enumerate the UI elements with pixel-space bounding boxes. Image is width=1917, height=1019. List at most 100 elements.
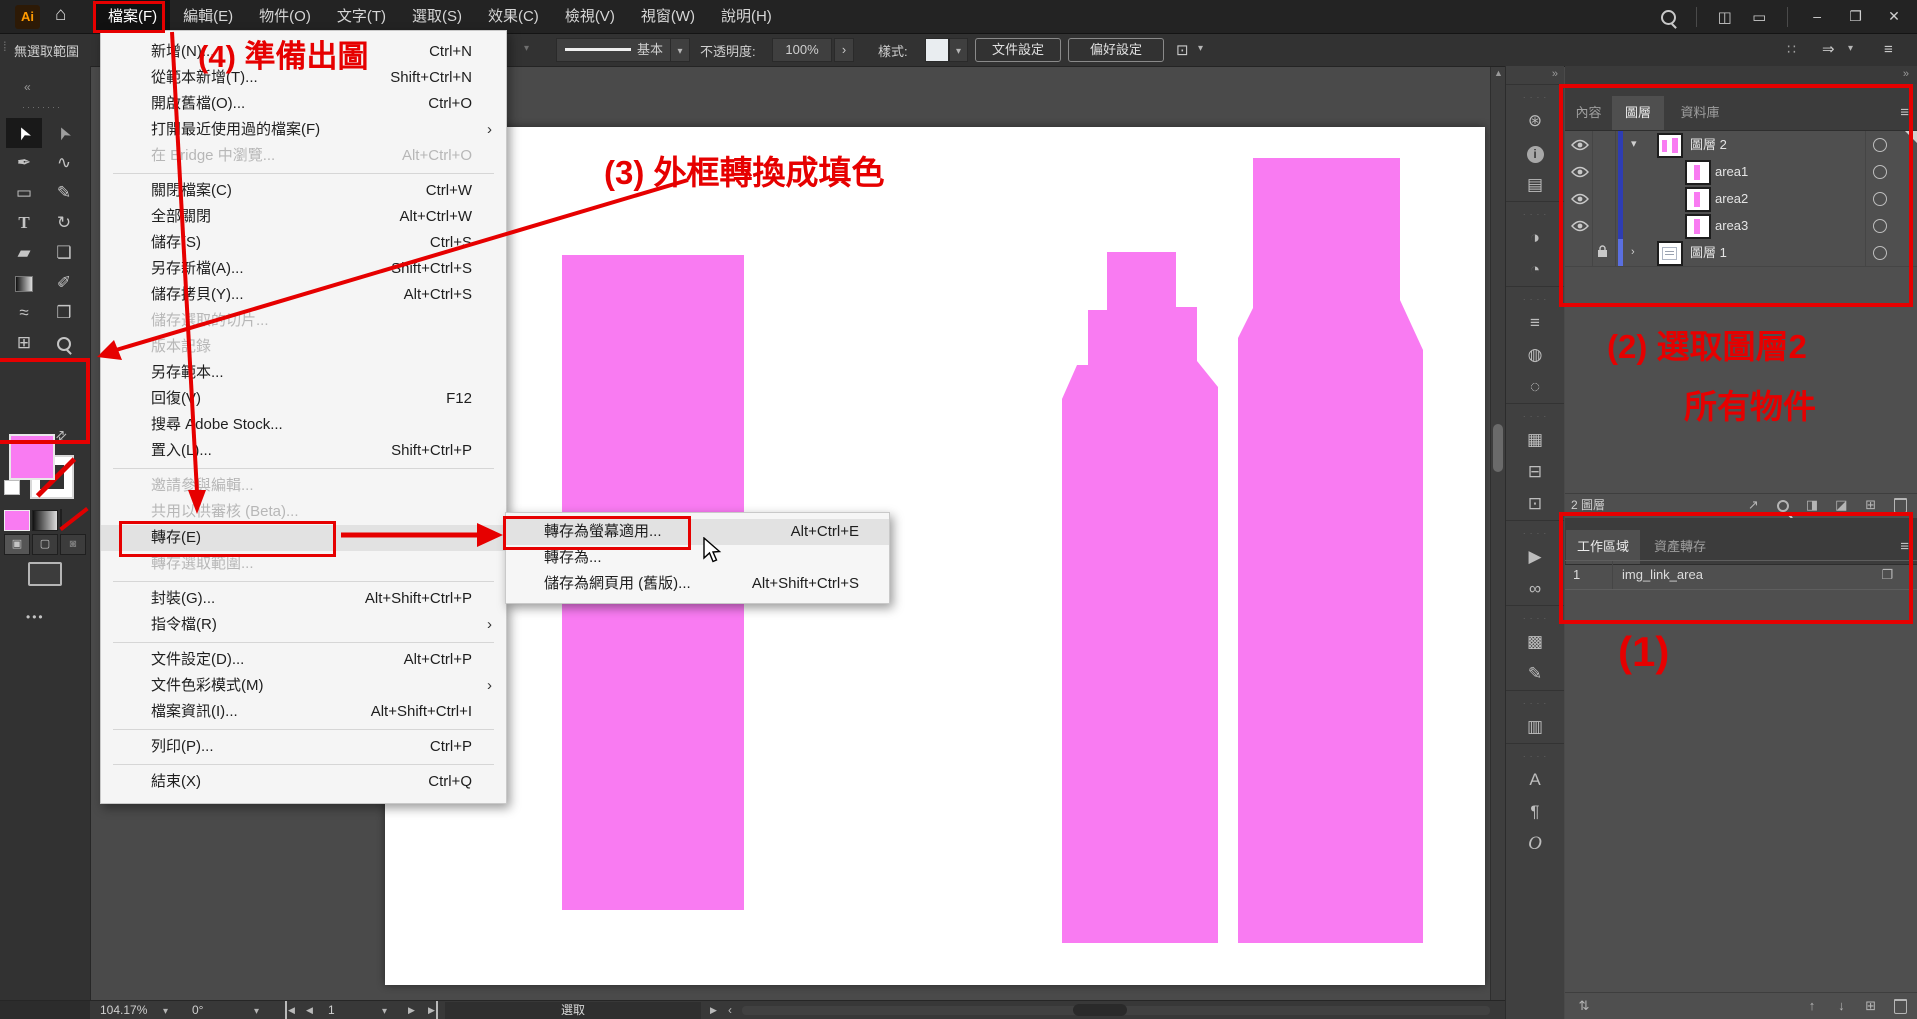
layer-thumbnail[interactable] (1657, 133, 1683, 158)
app-logo[interactable]: Ai (15, 5, 40, 29)
menubar-item[interactable]: 檢視(V) (552, 0, 628, 33)
gradient-tool[interactable] (6, 268, 42, 298)
visibility-eye-icon[interactable] (1571, 192, 1589, 210)
collapse-chevron-icon[interactable]: ▾ (1631, 131, 1645, 158)
tab-artboards[interactable]: 工作區域 (1566, 530, 1640, 564)
default-fill-stroke-icon[interactable] (4, 480, 20, 495)
menu-item[interactable]: 開啟舊檔(O)... Ctrl+O (101, 91, 506, 117)
target-circle[interactable] (1873, 192, 1887, 206)
eraser-tool[interactable]: ▰ (6, 238, 42, 268)
target-circle[interactable] (1873, 138, 1887, 152)
menu-item[interactable]: 另存新檔(A)... Shift+Ctrl+S (101, 256, 506, 282)
type-tool[interactable]: T (6, 208, 42, 238)
panel-grip-icon[interactable]: ········ (22, 102, 62, 112)
paintbrush-tool[interactable]: ✎ (46, 178, 82, 208)
layer-thumbnail[interactable] (1657, 241, 1683, 266)
home-icon[interactable]: ⌂ (55, 4, 66, 26)
visibility-eye-icon[interactable] (1571, 219, 1589, 237)
navigator-wheel-icon[interactable]: ⊛ (1506, 105, 1564, 137)
menu-item[interactable]: 邀請參與編輯... (101, 473, 506, 499)
menu-item[interactable]: 文件色彩模式(M) › (101, 673, 506, 699)
artboard-panel-icon[interactable]: ▦ (1506, 424, 1564, 456)
menu-item[interactable]: 關閉檔案(C) Ctrl+W (101, 178, 506, 204)
menu-item[interactable]: 全部關閉 Alt+Ctrl+W (101, 204, 506, 230)
opacity-input[interactable]: 100% (772, 38, 832, 62)
shape-area2-bottle[interactable] (1062, 252, 1218, 943)
submenu-item[interactable]: 轉存為... (506, 545, 889, 571)
info-icon[interactable]: i (1506, 137, 1564, 169)
actions-icon[interactable]: ▶ (1506, 541, 1564, 573)
strip-panel-icon[interactable] (1506, 84, 1564, 105)
color-swatch-button[interactable] (4, 510, 30, 531)
panel-menu-icon[interactable]: ≡ (1900, 538, 1909, 555)
artboard-nav-chevron-icon[interactable]: ▾ (382, 1002, 387, 1019)
shaper-tool[interactable]: ❒ (46, 298, 82, 328)
layer-thumbnail[interactable] (1685, 160, 1711, 185)
draw-normal-button[interactable]: ▣ (4, 534, 30, 555)
submenu-item[interactable]: 儲存為網頁用 (舊版)... Alt+Shift+Ctrl+S (506, 571, 889, 597)
close-button[interactable]: ✕ (1877, 0, 1911, 33)
menu-item[interactable]: 回復(V) F12 (101, 386, 506, 412)
menubar-item[interactable]: 文字(T) (324, 0, 399, 33)
strip-panel-icon[interactable] (1506, 286, 1564, 307)
visibility-eye-icon[interactable] (1571, 165, 1589, 183)
prev-artboard-icon[interactable]: ◀ (306, 1001, 313, 1019)
menu-item[interactable]: 轉存選取範圍... (101, 551, 506, 577)
style-chevron[interactable]: ▾ (949, 38, 968, 62)
layer-thumbnail[interactable] (1685, 187, 1711, 212)
menu-item[interactable]: 儲存選取的切片... (101, 308, 506, 334)
menu-item[interactable]: 文件設定(D)... Alt+Ctrl+P (101, 647, 506, 673)
zoom-chevron-icon[interactable]: ▾ (163, 1002, 168, 1019)
menubar-item[interactable]: 選取(S) (399, 0, 475, 33)
gradient-panel-icon[interactable]: ◔ (1506, 254, 1564, 286)
menu-item[interactable]: 列印(P)... Ctrl+P (101, 734, 506, 760)
align-icon[interactable]: ⊟ (1506, 456, 1564, 488)
eyedropper-tool[interactable]: ✐ (46, 268, 82, 298)
scroll-up-icon[interactable]: ▲ (1494, 68, 1503, 78)
arrange-chevron-icon[interactable]: ▾ (1848, 43, 1853, 54)
make-mask-icon[interactable]: ◨ (1799, 494, 1825, 516)
tab-properties[interactable]: 內容 (1566, 96, 1611, 130)
gradient-swatch-button[interactable] (32, 510, 58, 531)
artboard-row[interactable]: 1 img_link_area ❐ (1565, 560, 1917, 590)
none-swatch-button[interactable] (60, 509, 62, 528)
reorder-artboards-icon[interactable]: ⇅ (1565, 993, 1597, 1019)
menu-item[interactable]: 在 Bridge 中瀏覽... Alt+Ctrl+O (101, 143, 506, 169)
move-up-icon[interactable]: ↑ (1799, 993, 1825, 1019)
tab-layers[interactable]: 圖層 (1612, 96, 1664, 130)
strip-panel-icon[interactable] (1506, 690, 1564, 711)
menu-item[interactable]: 轉存(E) (101, 525, 506, 551)
measure-chevron-icon[interactable]: ▾ (1198, 43, 1203, 54)
locate-object-icon[interactable]: ↗ (1740, 494, 1766, 516)
vertical-scroll-thumb[interactable] (1493, 424, 1503, 472)
arrange-documents-icon[interactable]: ⇒ (1822, 40, 1835, 58)
color-icon[interactable]: ◑ (1506, 222, 1564, 254)
strip-panel-icon[interactable] (1506, 201, 1564, 222)
menubar-item[interactable]: 視窗(W) (628, 0, 708, 33)
workspace-list-icon[interactable]: ≡ (1884, 41, 1893, 58)
artboard-page-icon[interactable]: ❐ (1881, 561, 1893, 589)
document-setup-button[interactable]: 文件設定 (975, 38, 1061, 62)
screen-mode-button[interactable] (28, 562, 62, 586)
artboard-rearrange-icon[interactable]: ▤ (1506, 169, 1564, 201)
menu-item[interactable]: 檔案資訊(I)... Alt+Shift+Ctrl+I (101, 699, 506, 725)
menu-item[interactable]: 打開最近使用過的檔案(F) › (101, 117, 506, 143)
shape-area3-bottle[interactable] (1238, 158, 1423, 943)
links-icon[interactable]: ∞ (1506, 573, 1564, 605)
character-icon[interactable]: A (1506, 764, 1564, 796)
submenu-item[interactable]: 轉存為螢幕適用... Alt+Ctrl+E (506, 519, 889, 545)
menubar-item[interactable]: 效果(C) (475, 0, 552, 33)
paragraph-icon[interactable]: ¶ (1506, 796, 1564, 828)
appearance-icon[interactable]: ◌ (1506, 371, 1564, 403)
strip-panel-icon[interactable] (1506, 520, 1564, 541)
zoom-tool[interactable] (46, 328, 82, 358)
minimize-button[interactable]: – (1800, 0, 1834, 33)
draw-behind-button[interactable]: ▢ (32, 534, 58, 555)
zoom-level[interactable]: 104.17% (100, 1001, 147, 1019)
menu-item[interactable] (113, 173, 494, 174)
new-layer-icon[interactable]: ⊞ (1858, 494, 1884, 516)
measure-icon[interactable]: ⊡ (1176, 41, 1189, 59)
menu-item[interactable]: 版本記錄 (101, 334, 506, 360)
collapse-to-icons-icon[interactable]: » (1903, 68, 1909, 80)
preferences-button[interactable]: 偏好設定 (1068, 38, 1164, 62)
